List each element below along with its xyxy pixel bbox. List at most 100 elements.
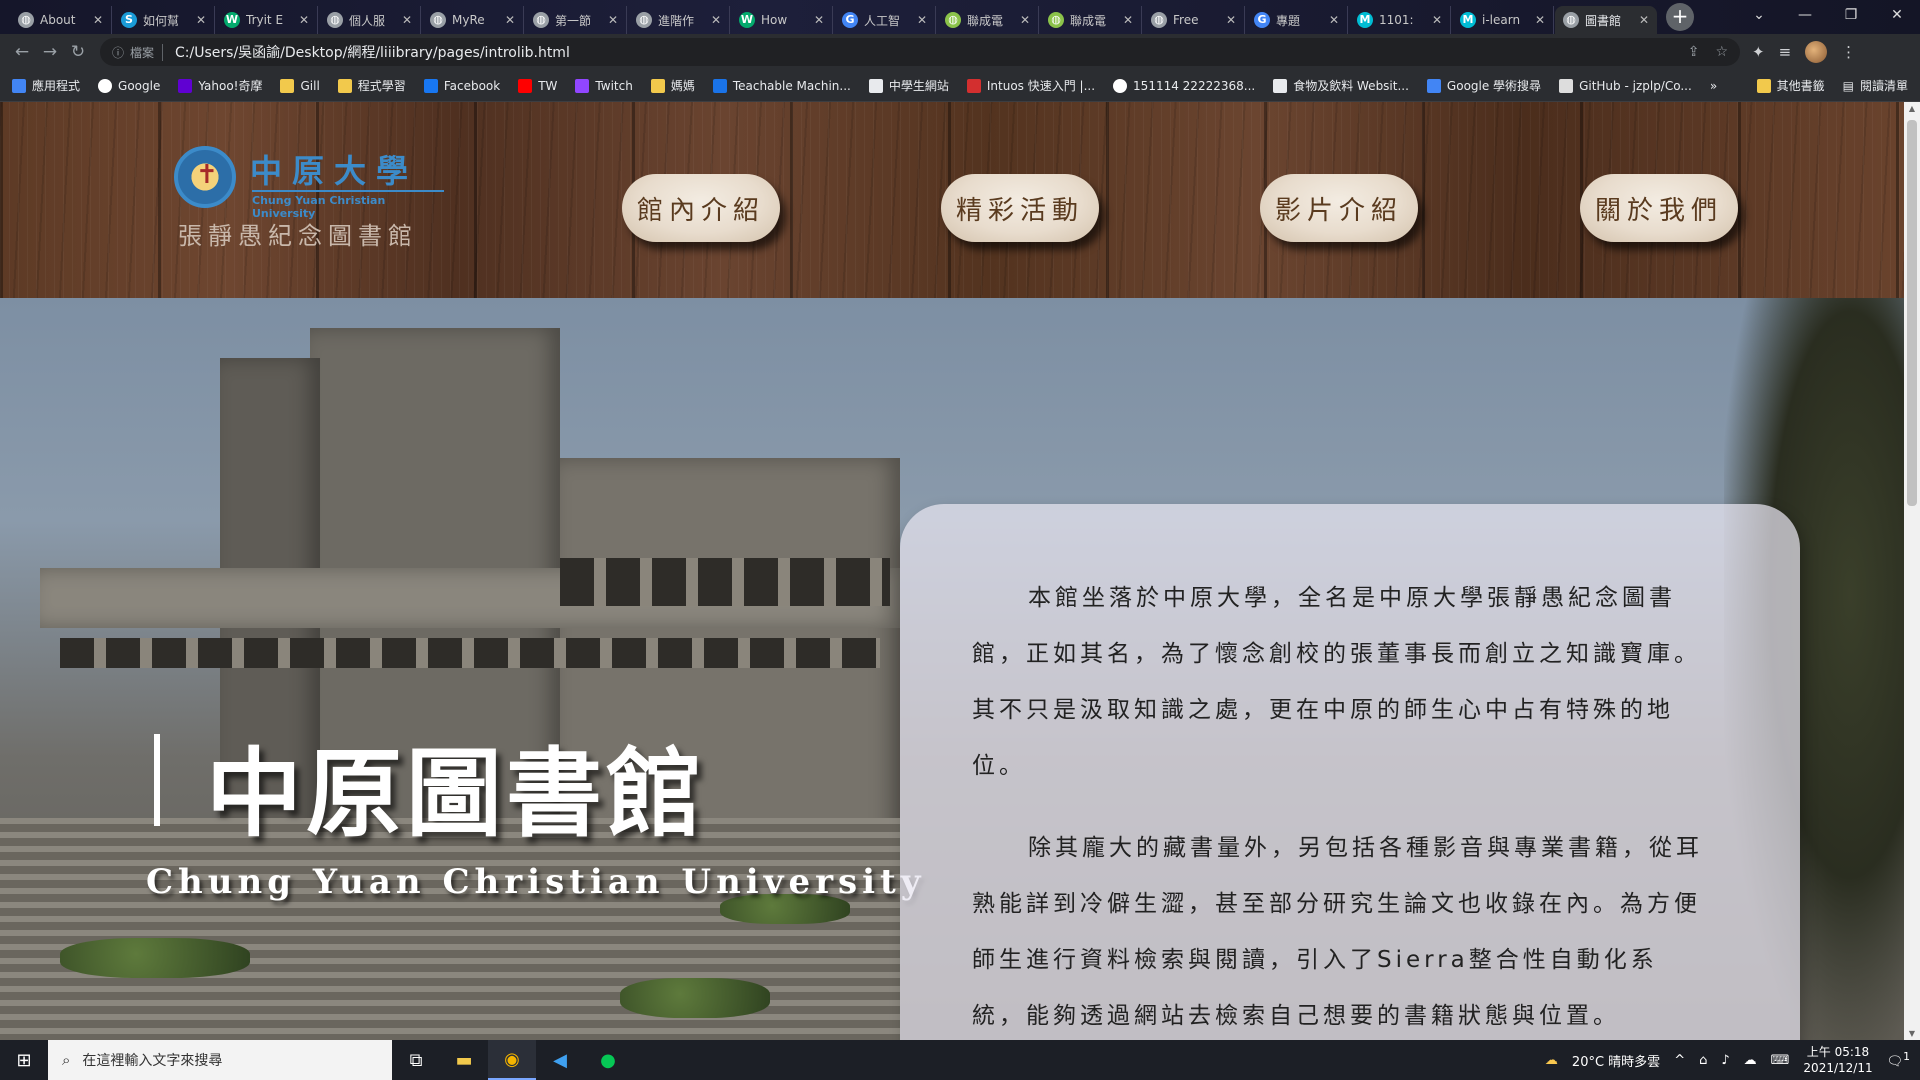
back-button[interactable]: ←: [8, 42, 36, 62]
tab-search-icon[interactable]: ⌄: [1736, 0, 1782, 30]
browser-tab[interactable]: W How ✕: [731, 6, 833, 34]
close-window-button[interactable]: ✕: [1874, 0, 1920, 30]
keyboard-icon[interactable]: ⌨: [1771, 1053, 1790, 1068]
reading-list-icon: ▤: [1842, 78, 1854, 93]
nav-about-us[interactable]: 關於我們: [1580, 174, 1738, 242]
bookmark-item[interactable]: 媽媽: [650, 77, 695, 94]
menu-icon[interactable]: ⋮: [1841, 43, 1856, 61]
extensions-icon[interactable]: ✦: [1752, 43, 1765, 61]
close-tab-icon[interactable]: ✕: [1639, 13, 1649, 27]
bookmark-item[interactable]: Google 學術搜尋: [1426, 77, 1542, 94]
browser-tab[interactable]: ◍ 第一節 ✕: [525, 6, 627, 34]
close-tab-icon[interactable]: ✕: [93, 13, 103, 27]
browser-tab[interactable]: ◍ Free ✕: [1143, 6, 1245, 34]
close-tab-icon[interactable]: ✕: [917, 13, 927, 27]
weather-icon[interactable]: ☁: [1545, 1053, 1558, 1068]
nav-library-intro[interactable]: 館內介紹: [622, 174, 780, 242]
close-tab-icon[interactable]: ✕: [299, 13, 309, 27]
bookmark-item[interactable]: Twitch: [575, 78, 633, 93]
bookmark-item[interactable]: TW: [518, 78, 557, 93]
close-tab-icon[interactable]: ✕: [608, 13, 618, 27]
task-view-icon[interactable]: ⧉: [392, 1040, 440, 1080]
forward-button[interactable]: →: [36, 42, 64, 62]
profile-avatar[interactable]: [1805, 41, 1828, 63]
bookmark-label: Google 學術搜尋: [1446, 79, 1542, 93]
bookmarks-overflow-button[interactable]: »: [1710, 79, 1717, 93]
bookmark-item[interactable]: 151114 22222368...: [1113, 78, 1256, 93]
close-tab-icon[interactable]: ✕: [814, 13, 824, 27]
bookmark-item[interactable]: Google: [98, 78, 160, 93]
browser-tab[interactable]: M 1101: ✕: [1349, 6, 1451, 34]
tray-chevron-icon[interactable]: ^: [1674, 1053, 1685, 1068]
network-icon[interactable]: ⌂: [1699, 1053, 1707, 1068]
bookmark-item[interactable]: 應用程式: [12, 77, 80, 94]
maximize-button[interactable]: ❐: [1828, 0, 1874, 30]
close-tab-icon[interactable]: ✕: [1123, 13, 1133, 27]
bookmark-item[interactable]: 中學生網站: [868, 77, 949, 94]
close-tab-icon[interactable]: ✕: [1226, 13, 1236, 27]
browser-tab[interactable]: ◍ MyRe ✕: [422, 6, 524, 34]
cloud-icon[interactable]: ☁: [1744, 1053, 1757, 1068]
bookmark-item[interactable]: Intuos 快速入門 |...: [966, 77, 1095, 94]
close-tab-icon[interactable]: ✕: [1432, 13, 1442, 27]
taskbar-search[interactable]: ⌕ 在這裡輸入文字來搜尋: [48, 1040, 392, 1080]
other-bookmarks[interactable]: 其他書籤: [1756, 77, 1825, 94]
reload-button[interactable]: ↻: [64, 42, 92, 62]
page-viewport: 中原大學 Chung Yuan Christian University 張靜愚…: [0, 102, 1904, 1040]
close-tab-icon[interactable]: ✕: [1329, 13, 1339, 27]
page-scrollbar[interactable]: ▲ ▼: [1904, 102, 1920, 1040]
close-tab-icon[interactable]: ✕: [711, 13, 721, 27]
address-url[interactable]: C:/Users/吳函諭/Desktop/網程/liiibrary/pages/…: [175, 42, 1672, 62]
weather-text[interactable]: 20°C 晴時多雲: [1572, 1051, 1660, 1070]
address-bar[interactable]: ⓘ 檔案 C:/Users/吳函諭/Desktop/網程/liiibrary/p…: [100, 38, 1740, 66]
reading-list[interactable]: ▤ 閱讀清單: [1843, 77, 1908, 94]
bookmark-item[interactable]: GitHub - jzplp/Co...: [1559, 78, 1692, 93]
browser-tab[interactable]: ◍ 進階作 ✕: [628, 6, 730, 34]
close-tab-icon[interactable]: ✕: [196, 13, 206, 27]
browser-tab[interactable]: W Tryit E ✕: [216, 6, 318, 34]
bookmark-item[interactable]: 食物及飲料 Websit...: [1273, 77, 1409, 94]
close-tab-icon[interactable]: ✕: [1535, 13, 1545, 27]
bookmark-item[interactable]: Gill: [280, 78, 320, 93]
browser-tab[interactable]: S 如何幫 ✕: [113, 6, 215, 34]
scroll-down-icon[interactable]: ▼: [1904, 1029, 1920, 1038]
browser-tab[interactable]: Mi-learn ✕: [1452, 6, 1554, 34]
close-tab-icon[interactable]: ✕: [1020, 13, 1030, 27]
browser-tab[interactable]: ◍ 聯成電 ✕: [937, 6, 1039, 34]
nav-videos[interactable]: 影片介紹: [1260, 174, 1418, 242]
vscode-icon[interactable]: ◀: [536, 1040, 584, 1080]
close-tab-icon[interactable]: ✕: [402, 13, 412, 27]
intro-paragraph-2: 除其龐大的藏書量外，另包括各種影音與專業書籍，從耳熟能詳到冷僻生澀，甚至部分研究…: [972, 835, 1703, 1029]
new-tab-button[interactable]: +: [1666, 3, 1694, 31]
scroll-up-icon[interactable]: ▲: [1904, 104, 1920, 113]
browser-tab[interactable]: G 專題 ✕: [1246, 6, 1348, 34]
bookmark-item[interactable]: 程式學習: [337, 77, 406, 94]
browser-tab[interactable]: ◍ 聯成電 ✕: [1040, 6, 1142, 34]
file-explorer-icon[interactable]: ▬: [440, 1040, 488, 1080]
site-info-icon[interactable]: ⓘ: [112, 44, 124, 61]
browser-tab[interactable]: ◍ 個人服 ✕: [319, 6, 421, 34]
taskbar-clock[interactable]: 上午 05:18 2021/12/11: [1803, 1044, 1872, 1076]
bookmark-star-icon[interactable]: ☆: [1715, 44, 1728, 60]
nav-activities[interactable]: 精彩活動: [941, 174, 1099, 242]
bookmark-item[interactable]: Facebook: [423, 78, 500, 93]
bookmark-item[interactable]: Teachable Machin...: [712, 78, 851, 93]
reading-list-icon[interactable]: ≡: [1779, 43, 1792, 61]
browser-tab[interactable]: G 人工智 ✕: [834, 6, 936, 34]
bookmark-label: 151114 22222368...: [1133, 78, 1256, 93]
notification-icon[interactable]: 🗨1: [1887, 1050, 1910, 1069]
volume-icon[interactable]: ♪: [1721, 1053, 1729, 1068]
scrollbar-thumb[interactable]: [1907, 120, 1917, 506]
chrome-icon[interactable]: ◉: [488, 1040, 536, 1080]
browser-tab[interactable]: ◍ About ✕: [10, 6, 112, 34]
share-icon[interactable]: ⇪: [1688, 44, 1700, 60]
line-icon[interactable]: ●: [584, 1040, 632, 1080]
minimize-button[interactable]: —: [1782, 0, 1828, 30]
browser-tab[interactable]: ◍ 圖書館 ✕: [1555, 6, 1657, 34]
site-favicon-icon: W: [224, 12, 240, 28]
site-favicon-icon: W: [739, 12, 755, 28]
bookmark-item[interactable]: Yahoo!奇摩: [178, 77, 262, 94]
windows-start-icon[interactable]: ⊞: [0, 1050, 48, 1071]
close-tab-icon[interactable]: ✕: [505, 13, 515, 27]
university-logo[interactable]: 中原大學 Chung Yuan Christian University 張靜愚…: [174, 146, 454, 256]
